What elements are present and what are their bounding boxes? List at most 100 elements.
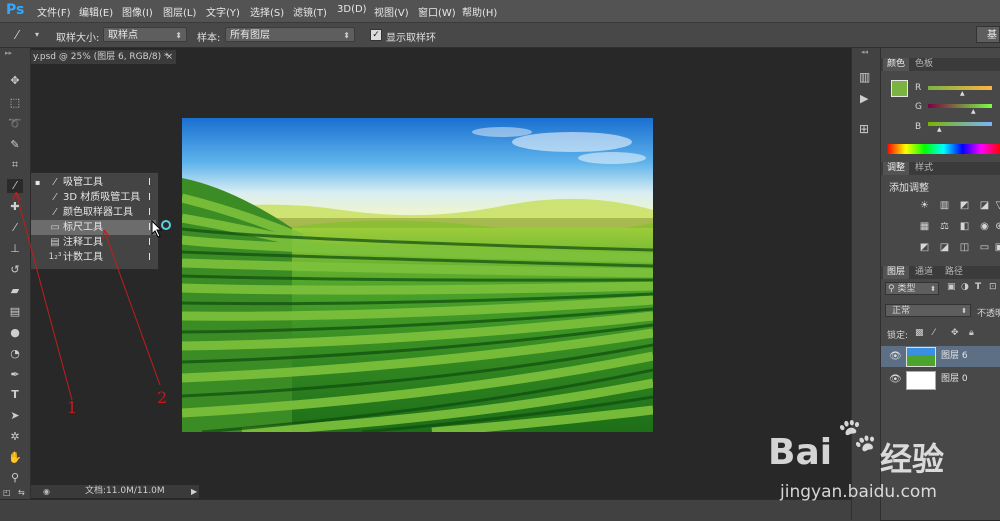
lasso-tool-icon[interactable]: ➰ <box>7 117 23 131</box>
layer-row-6[interactable]: 👁︎ 图层 6 <box>881 346 1000 367</box>
collapse-arrows-icon[interactable]: ▸▸ <box>5 49 12 57</box>
properties-panel-icon[interactable]: ⊞ <box>859 122 869 136</box>
show-ring-checkbox[interactable]: ✓ <box>370 29 382 41</box>
invert-icon[interactable]: ◩ <box>919 242 930 253</box>
tab-swatches[interactable]: 色板 <box>911 58 937 71</box>
tab-color[interactable]: 颜色 <box>883 58 910 71</box>
pen-tool-icon[interactable]: ✒ <box>7 368 23 382</box>
collapse-arrows-icon[interactable]: ◂◂ <box>861 48 868 56</box>
status-menu-icon[interactable]: ◉ <box>43 485 50 498</box>
sample-size-select[interactable]: 取样点 ⬍ <box>103 27 187 42</box>
layer-row-0[interactable]: 👁︎ 图层 0 <box>881 369 1000 390</box>
workspace-button[interactable]: 基 <box>976 26 1000 43</box>
menu-3d[interactable]: 3D(D) <box>337 4 367 15</box>
lock-all-icon[interactable]: 🔒︎ <box>969 328 974 338</box>
document-canvas-image[interactable] <box>182 118 653 432</box>
curves-icon[interactable]: ◩ <box>959 200 970 211</box>
sample-select[interactable]: 所有图层 ⬍ <box>225 27 355 42</box>
hue-sat-icon[interactable]: ▦ <box>919 221 930 232</box>
menu-filter[interactable]: 滤镜(T) <box>293 4 327 19</box>
flyout-item-eyedropper[interactable]: ▪ ⁄ 吸管工具 I <box>31 175 156 190</box>
filter-pixel-icon[interactable]: ▣ <box>947 282 956 292</box>
menu-view[interactable]: 视图(V) <box>374 4 409 19</box>
posterize-icon[interactable]: ◪ <box>939 242 950 253</box>
eraser-tool-icon[interactable]: ▰ <box>7 284 23 298</box>
blend-mode-select[interactable]: 正常 ⬍ <box>885 304 971 317</box>
lock-pixels-icon[interactable]: ⁄ <box>933 328 935 338</box>
color-panel-foreground-swatch[interactable] <box>891 80 908 97</box>
type-tool-icon[interactable]: T <box>7 388 23 402</box>
menu-image[interactable]: 图像(I) <box>122 4 153 19</box>
default-colors-icon[interactable]: ◰ <box>3 488 11 497</box>
status-expand-arrow-icon[interactable]: ▶ <box>191 485 197 498</box>
document-tab[interactable]: y.psd @ 25% (图层 6, RGB/8) * × <box>31 50 176 64</box>
menu-help[interactable]: 帮助(H) <box>462 4 497 19</box>
hand-tool-icon[interactable]: ✋ <box>7 451 23 465</box>
crop-tool-icon[interactable]: ⌗ <box>7 158 23 172</box>
selective-color-icon[interactable]: ▣ <box>994 242 1000 253</box>
tool-preset-arrow-icon[interactable]: ▾ <box>35 30 39 39</box>
levels-icon[interactable]: ▥ <box>939 200 950 211</box>
layer-kind-filter[interactable]: ⚲ 类型 ⬍ <box>885 282 939 295</box>
threshold-icon[interactable]: ◫ <box>959 242 970 253</box>
flyout-item-note[interactable]: ▤ 注释工具 I <box>31 235 156 250</box>
menu-type[interactable]: 文字(Y) <box>206 4 240 19</box>
color-balance-icon[interactable]: ⚖ <box>939 221 950 232</box>
flyout-item-3d-eyedropper[interactable]: ⁄ 3D 材质吸管工具 I <box>31 190 156 205</box>
vibrance-icon[interactable]: ▽ <box>994 200 1000 211</box>
stamp-tool-icon[interactable]: ⊥ <box>7 242 23 256</box>
filter-type-icon[interactable]: T <box>975 282 981 292</box>
black-white-icon[interactable]: ◧ <box>959 221 970 232</box>
marquee-tool-icon[interactable]: ⬚ <box>7 96 23 110</box>
flyout-item-ruler[interactable]: ▭ 标尺工具 I <box>31 220 156 235</box>
exposure-icon[interactable]: ◪ <box>979 200 990 211</box>
menu-select[interactable]: 选择(S) <box>250 4 284 19</box>
dodge-tool-icon[interactable]: ◔ <box>7 347 23 361</box>
lock-position-icon[interactable]: ✥ <box>951 328 959 338</box>
brush-tool-icon[interactable]: ⁄ <box>7 221 23 235</box>
quick-select-tool-icon[interactable]: ✎ <box>7 138 23 152</box>
slider-thumb-icon[interactable]: ▲ <box>937 126 942 133</box>
sample-size-value: 取样点 <box>108 30 138 41</box>
color-spectrum-bar[interactable] <box>887 144 1000 154</box>
blur-tool-icon[interactable]: ● <box>7 326 23 340</box>
gradient-tool-icon[interactable]: ▤ <box>7 305 23 319</box>
menu-file[interactable]: 文件(F) <box>37 4 71 19</box>
move-tool-icon[interactable]: ✥ <box>7 74 23 88</box>
swap-colors-icon[interactable]: ⇆ <box>18 488 25 497</box>
photo-filter-icon[interactable]: ◉ <box>979 221 990 232</box>
zoom-tool-icon[interactable]: ⚲ <box>7 471 23 485</box>
menu-edit[interactable]: 编辑(E) <box>79 4 113 19</box>
dropdown-arrow-icon: ⬍ <box>175 31 182 40</box>
filter-shape-icon[interactable]: ⊡ <box>989 282 997 292</box>
eyedropper-tool-icon[interactable]: ⁄ <box>7 179 23 193</box>
path-select-tool-icon[interactable]: ➤ <box>7 409 23 423</box>
channel-mixer-icon[interactable]: ⊛ <box>994 221 1000 232</box>
actions-play-icon[interactable]: ▶ <box>860 92 868 105</box>
tab-channels[interactable]: 通道 <box>911 266 937 279</box>
filter-adjust-icon[interactable]: ◑ <box>961 282 969 292</box>
tab-adjustments[interactable]: 调整 <box>883 162 910 175</box>
note-icon: ▤ <box>50 237 60 248</box>
tab-styles[interactable]: 样式 <box>911 162 937 175</box>
lock-transparent-icon[interactable]: ▩ <box>915 328 924 338</box>
channel-g-slider[interactable] <box>928 104 992 108</box>
history-brush-tool-icon[interactable]: ↺ <box>7 263 23 277</box>
visibility-eye-icon[interactable]: 👁︎ <box>889 346 902 367</box>
menu-window[interactable]: 窗口(W) <box>418 4 456 19</box>
flyout-item-color-sampler[interactable]: ⁄ 颜色取样器工具 I <box>31 205 156 220</box>
history-panel-icon[interactable]: ▥ <box>859 70 870 84</box>
healing-brush-tool-icon[interactable]: ✚ <box>7 200 23 214</box>
gradient-map-icon[interactable]: ▭ <box>979 242 990 253</box>
slider-thumb-icon[interactable]: ▲ <box>960 90 965 97</box>
visibility-eye-icon[interactable]: 👁︎ <box>889 369 902 390</box>
slider-thumb-icon[interactable]: ▲ <box>971 108 976 115</box>
menu-layer[interactable]: 图层(L) <box>163 4 196 19</box>
tab-paths[interactable]: 路径 <box>941 266 967 279</box>
eyedropper-icon[interactable]: ⁄ <box>16 28 18 42</box>
tab-layers[interactable]: 图层 <box>883 266 910 279</box>
close-document-icon[interactable]: × <box>165 50 173 64</box>
shape-tool-icon[interactable]: ✲ <box>7 430 23 444</box>
brightness-icon[interactable]: ☀ <box>919 200 930 211</box>
flyout-item-count[interactable]: 1₂³ 计数工具 I <box>31 250 156 265</box>
